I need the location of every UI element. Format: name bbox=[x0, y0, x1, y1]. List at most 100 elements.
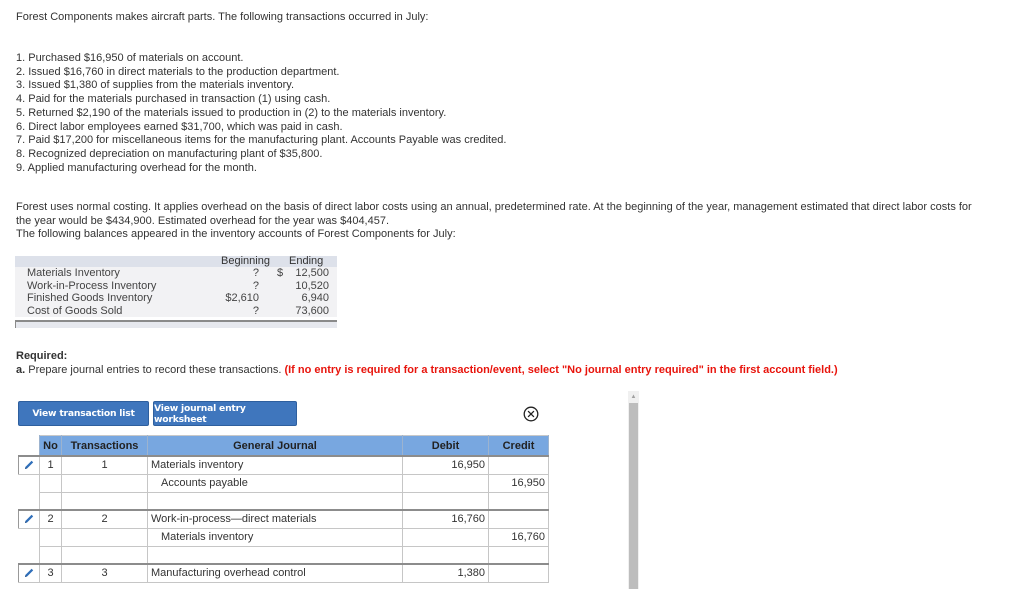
required-instruction-line: a. Prepare journal entries to record the… bbox=[16, 364, 838, 377]
entry-no: 3 bbox=[39, 563, 62, 583]
credit-amount[interactable] bbox=[488, 563, 549, 583]
journal-entries-table: No Transactions General Journal Debit Cr… bbox=[18, 435, 549, 583]
transaction-item: 6. Direct labor employees earned $31,700… bbox=[16, 120, 343, 133]
journal-header-row: No Transactions General Journal Debit Cr… bbox=[18, 435, 549, 457]
empty-cell bbox=[39, 527, 62, 547]
balances-table: Beginning Ending Materials Inventory ? $… bbox=[15, 255, 337, 318]
debit-amount[interactable] bbox=[402, 527, 489, 547]
empty-cell bbox=[488, 545, 549, 565]
journal-row: 2 2 Work-in-process—direct materials 16,… bbox=[18, 509, 549, 529]
header-debit: Debit bbox=[402, 435, 489, 457]
scroll-up-arrow-icon[interactable]: ▲ bbox=[628, 391, 639, 402]
header-general-journal: General Journal bbox=[147, 435, 403, 457]
close-icon[interactable] bbox=[523, 406, 539, 422]
problem-intro: Forest Components makes aircraft parts. … bbox=[16, 11, 429, 23]
header-transactions: Transactions bbox=[61, 435, 148, 457]
page: Forest Components makes aircraft parts. … bbox=[0, 0, 1024, 589]
journal-row: Materials inventory 16,760 bbox=[18, 527, 549, 547]
entry-transaction: 1 bbox=[61, 455, 148, 475]
balance-account: Finished Goods Inventory bbox=[27, 292, 153, 304]
empty-cell bbox=[18, 546, 40, 564]
balance-account: Materials Inventory bbox=[27, 267, 120, 279]
empty-cell bbox=[61, 491, 148, 511]
transaction-item: 4. Paid for the materials purchased in t… bbox=[16, 93, 331, 106]
entry-no: 1 bbox=[39, 455, 62, 475]
account-name[interactable]: Accounts payable bbox=[147, 473, 403, 493]
journal-row: Accounts payable 16,950 bbox=[18, 473, 549, 493]
debit-amount[interactable] bbox=[402, 473, 489, 493]
header-beginning: Beginning bbox=[221, 255, 270, 267]
edit-entry-button[interactable] bbox=[18, 455, 40, 475]
vertical-scrollbar[interactable]: ▲ bbox=[628, 391, 639, 589]
costing-paragraph: Forest uses normal costing. It applies o… bbox=[16, 201, 1024, 242]
empty-cell bbox=[39, 545, 62, 565]
header-no: No bbox=[39, 435, 62, 457]
empty-cell bbox=[18, 528, 40, 546]
header-ending: Ending bbox=[289, 255, 324, 267]
view-journal-entry-worksheet-button[interactable]: View journal entry worksheet bbox=[153, 401, 297, 426]
entry-transaction: 2 bbox=[61, 509, 148, 529]
transaction-item: 5. Returned $2,190 of the materials issu… bbox=[16, 106, 447, 119]
balance-row: Work-in-Process Inventory ? 10,520 bbox=[15, 280, 337, 293]
transaction-item: 9. Applied manufacturing overhead for th… bbox=[16, 161, 257, 174]
balance-row: Cost of Goods Sold ? 73,600 bbox=[15, 305, 337, 318]
paragraph-line: Forest uses normal costing. It applies o… bbox=[16, 201, 972, 213]
scrollbar-thumb[interactable] bbox=[629, 403, 638, 589]
credit-amount[interactable] bbox=[488, 455, 549, 475]
debit-amount[interactable]: 16,950 bbox=[402, 455, 489, 475]
balance-ending: 6,940 bbox=[301, 292, 329, 304]
balance-beginning: $2,610 bbox=[225, 292, 259, 304]
header-credit: Credit bbox=[488, 435, 549, 457]
balance-row: Materials Inventory ? $ 12,500 bbox=[15, 267, 337, 280]
balance-ending: 12,500 bbox=[295, 267, 329, 279]
required-section: Required: a. Prepare journal entries to … bbox=[16, 350, 838, 377]
empty-cell bbox=[402, 545, 489, 565]
transaction-item: 2. Issued $16,760 in direct materials to… bbox=[16, 65, 340, 78]
empty-cell bbox=[147, 545, 403, 565]
part-label: a. bbox=[16, 364, 26, 376]
paragraph-line: the year would be $434,900. Estimated ov… bbox=[16, 214, 390, 227]
journal-row: 3 3 Manufacturing overhead control 1,380 bbox=[18, 563, 549, 583]
transaction-item: 7. Paid $17,200 for miscellaneous items … bbox=[16, 134, 507, 147]
balance-ending: 73,600 bbox=[295, 304, 329, 317]
pencil-icon bbox=[25, 461, 34, 470]
balance-beginning: ? bbox=[252, 304, 259, 317]
required-instruction: Prepare journal entries to record these … bbox=[25, 364, 285, 376]
empty-cell bbox=[61, 545, 148, 565]
journal-row: 1 1 Materials inventory 16,950 bbox=[18, 455, 549, 475]
paragraph-line: The following balances appeared in the i… bbox=[16, 228, 456, 240]
empty-cell bbox=[18, 492, 40, 510]
required-warning: (If no entry is required for a transacti… bbox=[284, 364, 838, 376]
balances-table-footer bbox=[15, 320, 337, 328]
balance-beginning: ? bbox=[252, 267, 259, 279]
credit-amount[interactable]: 16,760 bbox=[488, 527, 549, 547]
transaction-item: 8. Recognized depreciation on manufactur… bbox=[16, 147, 323, 160]
balance-account: Work-in-Process Inventory bbox=[27, 279, 157, 292]
account-name[interactable]: Materials inventory bbox=[147, 527, 403, 547]
journal-row bbox=[18, 491, 549, 511]
account-name[interactable]: Manufacturing overhead control bbox=[147, 563, 403, 583]
balance-row: Finished Goods Inventory $2,610 6,940 bbox=[15, 292, 337, 305]
transaction-item: 1. Purchased $16,950 of materials on acc… bbox=[16, 52, 244, 64]
balance-beginning: ? bbox=[252, 279, 259, 292]
pencil-icon bbox=[25, 569, 34, 578]
credit-amount[interactable] bbox=[488, 509, 549, 529]
balance-account: Cost of Goods Sold bbox=[27, 304, 123, 317]
edit-entry-button[interactable] bbox=[18, 509, 40, 529]
empty-cell bbox=[39, 491, 62, 511]
empty-cell bbox=[147, 491, 403, 511]
entry-transaction: 3 bbox=[61, 563, 148, 583]
debit-amount[interactable]: 16,760 bbox=[402, 509, 489, 529]
credit-amount[interactable]: 16,950 bbox=[488, 473, 549, 493]
empty-cell bbox=[488, 491, 549, 511]
account-name[interactable]: Materials inventory bbox=[147, 455, 403, 475]
journal-row bbox=[18, 545, 549, 565]
transaction-item: 3. Issued $1,380 of supplies from the ma… bbox=[16, 79, 294, 92]
edit-entry-button[interactable] bbox=[18, 563, 40, 583]
view-transaction-list-button[interactable]: View transaction list bbox=[18, 401, 149, 426]
balance-currency: $ bbox=[277, 267, 284, 279]
debit-amount[interactable]: 1,380 bbox=[402, 563, 489, 583]
entry-no: 2 bbox=[39, 509, 62, 529]
account-name[interactable]: Work-in-process—direct materials bbox=[147, 509, 403, 529]
balance-ending: 10,520 bbox=[295, 279, 329, 292]
